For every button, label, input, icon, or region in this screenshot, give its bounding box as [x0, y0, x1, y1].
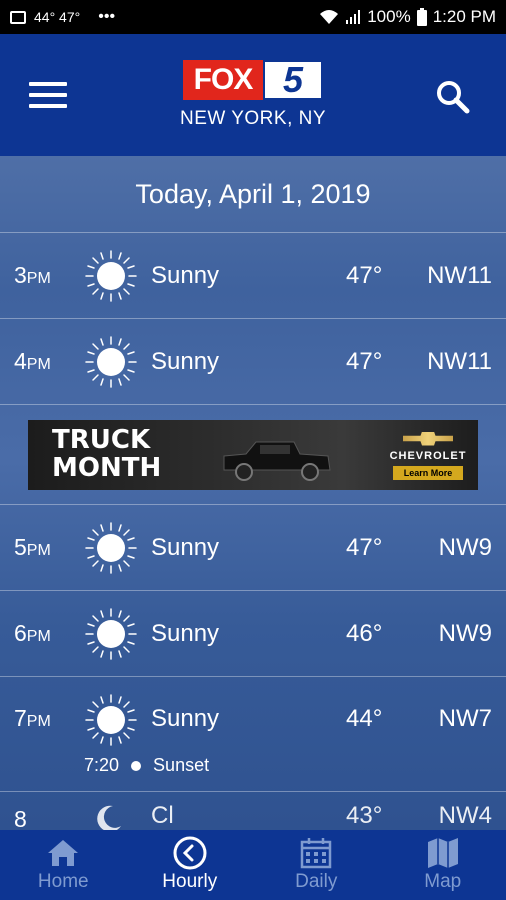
home-icon	[48, 840, 79, 866]
nav-daily[interactable]: Daily	[253, 830, 380, 900]
hour-wind: NW4	[438, 802, 492, 829]
sun-icon	[85, 694, 137, 746]
chevrolet-bowtie-icon	[403, 431, 453, 446]
nav-label: Hourly	[162, 871, 218, 892]
fox5-logo: FOX 5	[183, 59, 323, 102]
hour-row: 8 Cl 43° NW4	[0, 792, 506, 830]
hour-wind: NW11	[427, 261, 492, 289]
more-notifications-icon: •••	[98, 8, 116, 25]
map-icon	[427, 838, 458, 868]
nav-home[interactable]: Home	[0, 830, 127, 900]
date-heading: Today, April 1, 2019	[0, 156, 506, 233]
nav-label: Map	[424, 871, 462, 892]
sunset-time: 7:20	[84, 755, 120, 775]
nav-hourly[interactable]: Hourly	[127, 830, 254, 900]
hour-wind: NW7	[438, 705, 492, 732]
nav-label: Home	[37, 871, 89, 892]
battery-icon	[416, 8, 427, 26]
location-label: NEW YORK, NY	[179, 108, 327, 129]
hour-condition: Cl	[151, 802, 174, 829]
nav-label: Daily	[295, 871, 338, 892]
hourly-list[interactable]: Today, April 1, 2019 3PM Sunny 47° NW11 …	[0, 156, 506, 830]
bottom-nav: Home Hourly Daily Map	[0, 830, 506, 900]
logo-fox-text: FOX	[183, 60, 263, 100]
search-icon[interactable]	[434, 78, 470, 114]
moon-icon	[97, 805, 121, 830]
sunset-label: Sunset	[153, 755, 210, 775]
sunset-icon	[131, 760, 142, 771]
menu-icon[interactable]	[29, 82, 67, 108]
hour-wind: NW9	[438, 533, 492, 561]
nav-map[interactable]: Map	[380, 830, 506, 900]
hour-time: 3PM	[14, 262, 51, 288]
ad-brand-name: CHEVROLET	[389, 449, 467, 462]
ad-brand: CHEVROLET Learn More	[386, 428, 470, 484]
status-bar: 44° 47° ••• 100% 1:20 PM	[0, 0, 506, 34]
sun-icon	[85, 607, 137, 660]
hour-condition: Sunny	[151, 705, 220, 732]
ad-learn-more-button[interactable]: Learn More	[393, 465, 463, 480]
hour-wind: NW11	[427, 347, 492, 375]
hour-condition: Sunny	[151, 347, 220, 375]
hour-row: 4PM Sunny 47° NW11	[0, 319, 506, 405]
status-time: 1:20 PM	[432, 7, 496, 26]
clock-icon	[173, 836, 207, 870]
hour-row: 3PM Sunny 47° NW11	[0, 233, 506, 319]
ad-title: TRUCK MONTH	[52, 424, 162, 483]
hour-temp: 47°	[346, 533, 383, 561]
hour-temp: 47°	[346, 347, 383, 375]
chevrolet-ad-banner[interactable]: TRUCK MONTH CHEVROLET Learn More	[28, 419, 478, 490]
hour-condition: Sunny	[151, 261, 220, 289]
image-notification-icon	[10, 10, 26, 24]
sun-icon	[85, 249, 137, 302]
sun-icon	[85, 335, 137, 388]
hour-temp: 44°	[346, 705, 383, 732]
hour-time: 5PM	[14, 534, 51, 560]
hour-wind: NW9	[438, 619, 492, 647]
signal-icon	[346, 10, 361, 24]
logo-5-text: 5	[263, 59, 323, 100]
calendar-icon	[301, 838, 332, 869]
hour-time: 6PM	[14, 620, 51, 646]
ad-row: TRUCK MONTH CHEVROLET Learn More	[0, 405, 506, 505]
hour-time: 4PM	[14, 348, 51, 374]
hour-row: 5PM Sunny 47° NW9	[0, 505, 506, 591]
sun-icon	[85, 521, 137, 574]
hour-condition: Sunny	[151, 533, 220, 561]
hour-time: 7PM	[14, 705, 51, 731]
hour-row: 6PM Sunny 46° NW9	[0, 591, 506, 677]
hour-row: 7PM Sunny 44° NW7 7:20 Sunset	[0, 677, 506, 792]
hour-temp: 43°	[346, 802, 383, 829]
hour-temp: 46°	[346, 619, 383, 647]
status-temps: 44° 47°	[34, 9, 81, 25]
sunset-info: 7:20 Sunset	[84, 755, 209, 776]
battery-percent: 100%	[367, 7, 411, 26]
hour-time: 8	[14, 806, 27, 830]
app-header: FOX 5 NEW YORK, NY	[0, 34, 506, 156]
hour-condition: Sunny	[151, 619, 220, 647]
wifi-icon	[320, 10, 339, 24]
hour-temp: 47°	[346, 261, 383, 289]
truck-image	[223, 441, 331, 481]
